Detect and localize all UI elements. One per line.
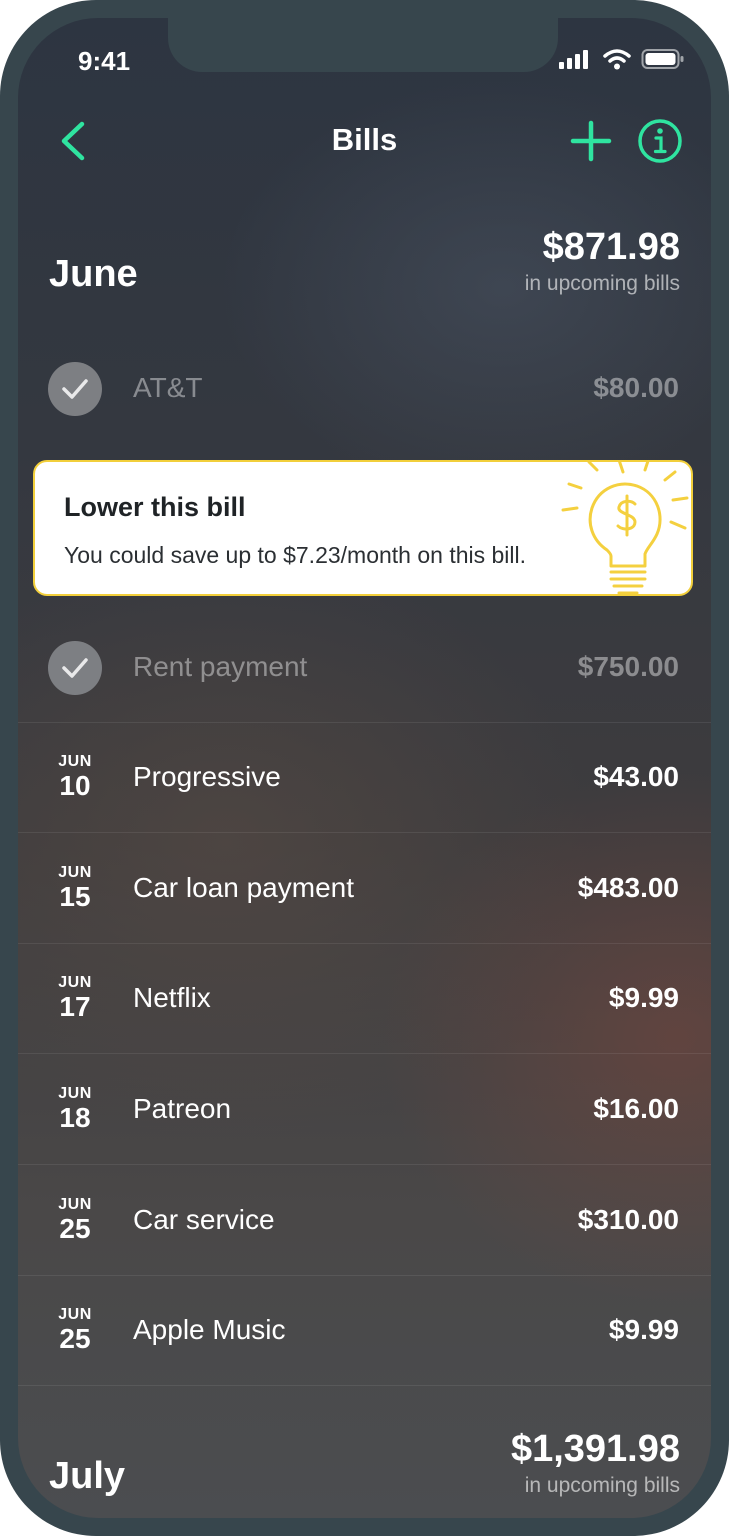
row-divider [18,1385,711,1386]
due-month: JUN [58,1306,92,1323]
due-month: JUN [58,753,92,770]
row-divider [18,1164,711,1165]
bill-row-apple-music[interactable]: JUN 25 Apple Music $9.99 [18,1276,711,1386]
bill-amount: $750.00 [577,651,679,682]
month-total: $871.98 [542,226,680,268]
checkmark-icon [62,379,88,399]
bill-row-progressive[interactable]: JUN 10 Progressive $43.00 [18,723,711,833]
bill-row-car-service[interactable]: JUN 25 Car service $310.00 [18,1166,711,1276]
bill-amount: $483.00 [577,872,679,903]
bill-row-car-loan[interactable]: JUN 15 Car loan payment $483.00 [18,834,711,944]
due-day: 15 [59,881,91,912]
bill-row-netflix[interactable]: JUN 17 Netflix $9.99 [18,944,711,1054]
plus-icon[interactable] [570,120,612,162]
lower-bill-tip-card[interactable]: Lower this bill You could save up to $7.… [33,460,693,596]
due-day: 17 [59,991,91,1022]
bill-row-att[interactable]: AT&T $80.00 [18,334,711,444]
due-day: 10 [59,770,91,801]
row-divider [18,1053,711,1054]
bill-amount: $9.99 [608,982,679,1013]
tip-title: Lower this bill [64,492,246,522]
month-total-caption: in upcoming bills [524,1474,680,1497]
app-screen: 9:41 Bills June $871.98 in upcoming bill… [18,18,711,1518]
month-total: $1,391.98 [510,1428,680,1470]
month-total-caption: in upcoming bills [524,272,680,295]
due-day: 25 [59,1323,91,1354]
wifi-icon [603,49,631,70]
lightbulb-dollar-icon [561,462,689,594]
device-notch [168,18,558,72]
due-month: JUN [58,864,92,881]
checkmark-icon [62,658,88,678]
bill-amount: $310.00 [577,1204,679,1235]
bill-name: Car loan payment [133,872,355,903]
bill-name: Rent payment [133,651,308,682]
due-date: JUN 15 [46,864,104,912]
bill-name: Netflix [133,982,211,1013]
due-month: JUN [58,1085,92,1102]
due-date: JUN 17 [46,974,104,1022]
month-header-june: June $871.98 in upcoming bills [49,226,680,306]
bill-name: Car service [133,1204,275,1235]
bill-amount: $9.99 [608,1314,679,1345]
bill-amount: $80.00 [593,372,679,403]
signal-icon [559,50,588,69]
due-month: JUN [58,974,92,991]
tip-text: You could save up to $7.23/month on this… [64,542,527,568]
due-date: JUN 10 [46,753,104,801]
status-time: 9:41 [78,46,131,76]
info-icon[interactable] [637,118,683,164]
due-month: JUN [58,1196,92,1213]
bill-amount: $43.00 [593,761,679,792]
bill-name: Patreon [133,1093,232,1124]
due-date: JUN 18 [46,1085,104,1133]
month-header-july: July $1,391.98 in upcoming bills [49,1428,680,1508]
bill-name: Progressive [133,761,281,792]
due-day: 18 [59,1102,91,1133]
bill-amount: $16.00 [593,1093,679,1124]
row-divider [18,832,711,833]
due-date: JUN 25 [46,1306,104,1354]
due-day: 25 [59,1213,91,1244]
due-date: JUN 25 [46,1196,104,1244]
paid-check [48,641,102,695]
status-icons [559,48,685,70]
battery-icon [641,49,684,69]
bill-row-patreon[interactable]: JUN 18 Patreon $16.00 [18,1055,711,1165]
bill-row-rent[interactable]: Rent payment $750.00 [18,613,711,723]
month-name: July [49,1455,126,1497]
bill-name: AT&T [133,372,203,403]
month-name: June [49,253,138,295]
phone-frame: 9:41 Bills June $871.98 in upcoming bill… [0,0,729,1536]
paid-check [48,362,102,416]
bill-name: Apple Music [133,1314,286,1345]
